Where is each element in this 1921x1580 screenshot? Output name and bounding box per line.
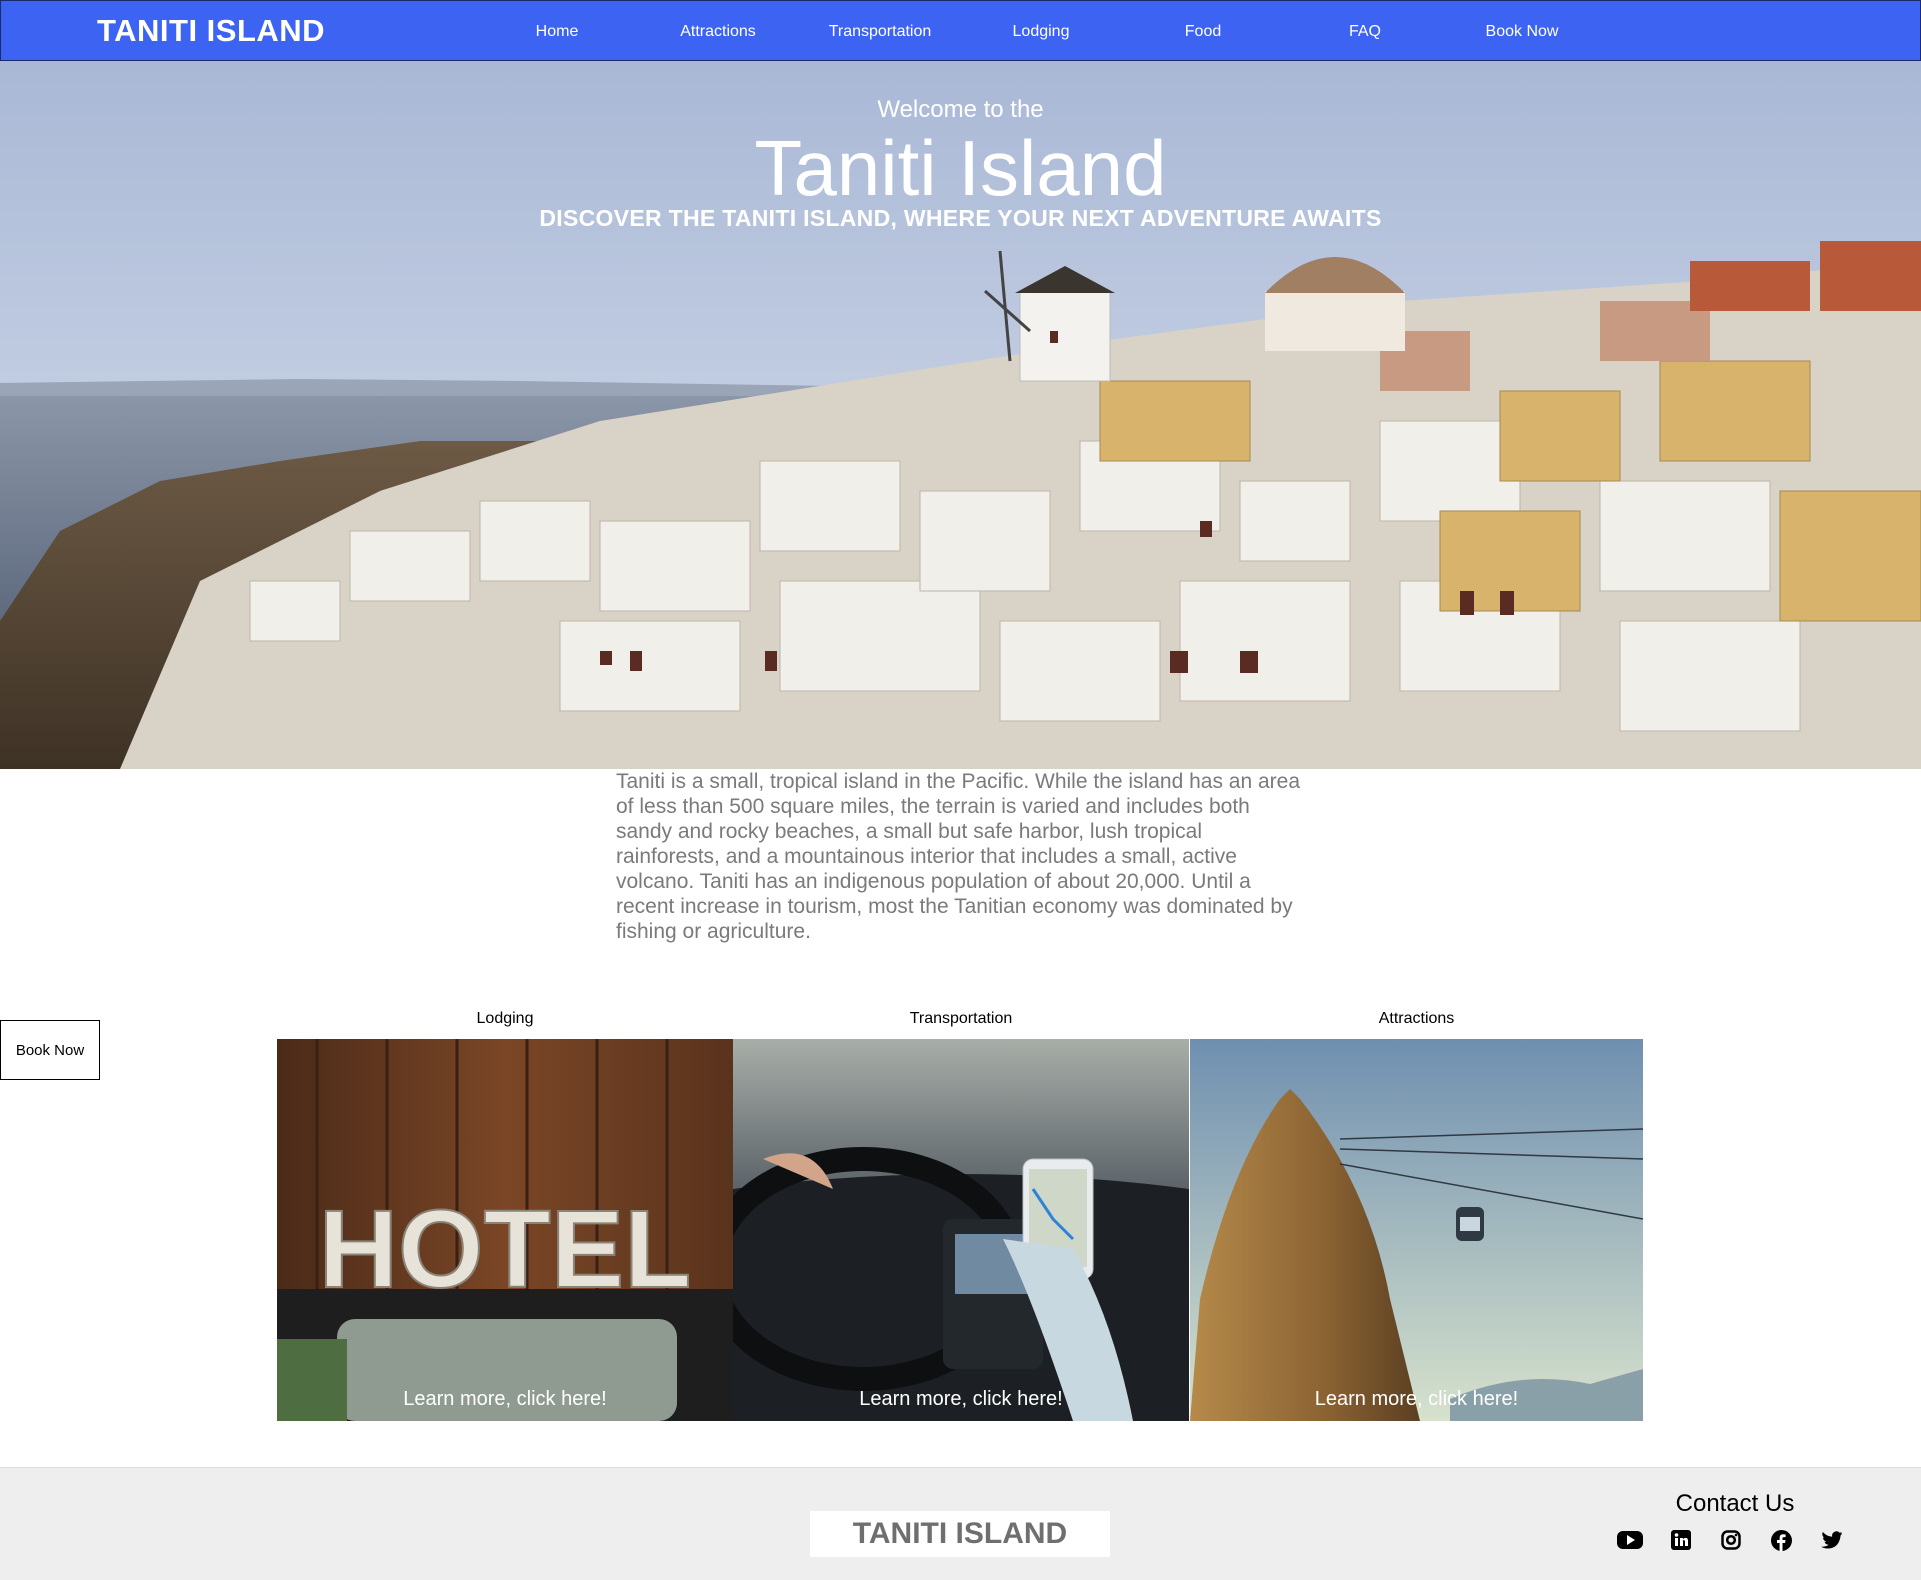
attractions-learn-more-link[interactable]: Learn more, click here! (1190, 1388, 1643, 1411)
card-label-transportation: Transportation (909, 1010, 1013, 1027)
facebook-icon[interactable] (1766, 1525, 1796, 1555)
car-image (733, 1039, 1189, 1421)
nav-lodging[interactable]: Lodging (971, 23, 1111, 41)
nav-home[interactable]: Home (487, 23, 627, 41)
hero-banner: Welcome to the Taniti Island DISCOVER TH… (0, 61, 1921, 769)
mountain-image (1190, 1039, 1643, 1421)
nav-faq[interactable]: FAQ (1295, 23, 1435, 41)
card-label-lodging: Lodging (476, 1010, 534, 1027)
hotel-image: HOTEL (277, 1039, 733, 1421)
lodging-card[interactable]: HOTEL Learn more, click here! (277, 1039, 733, 1421)
book-now-button[interactable]: Book Now (0, 1020, 100, 1080)
nav-attractions[interactable]: Attractions (648, 23, 788, 41)
hotel-sign-text: HOTEL (319, 1188, 692, 1311)
intro-paragraph: Taniti is a small, tropical island in th… (616, 770, 1300, 943)
linkedin-icon[interactable] (1666, 1525, 1696, 1555)
lodging-learn-more-link[interactable]: Learn more, click here! (277, 1388, 733, 1411)
footer: TANITI ISLAND Contact Us (0, 1467, 1921, 1580)
top-nav: TANITI ISLAND Home Attractions Transport… (0, 0, 1921, 61)
nav-book-now[interactable]: Book Now (1452, 23, 1592, 41)
twitter-icon[interactable] (1816, 1525, 1846, 1555)
transportation-learn-more-link[interactable]: Learn more, click here! (733, 1388, 1189, 1411)
youtube-icon[interactable] (1615, 1525, 1645, 1555)
attractions-card[interactable]: Learn more, click here! (1190, 1039, 1643, 1421)
nav-food[interactable]: Food (1133, 23, 1273, 41)
transportation-card[interactable]: Learn more, click here! (733, 1039, 1189, 1421)
hero-subtitle: DISCOVER THE TANITI ISLAND, WHERE YOUR N… (539, 205, 1382, 231)
hero-welcome: Welcome to the (877, 96, 1044, 123)
brand-logo[interactable]: TANITI ISLAND (97, 13, 325, 49)
hero-title: Taniti Island (754, 124, 1167, 212)
nav-transportation[interactable]: Transportation (810, 23, 950, 41)
card-label-attractions: Attractions (1378, 1010, 1455, 1027)
footer-brand[interactable]: TANITI ISLAND (810, 1511, 1110, 1557)
instagram-icon[interactable] (1716, 1525, 1746, 1555)
contact-us-heading: Contact Us (1675, 1490, 1795, 1517)
